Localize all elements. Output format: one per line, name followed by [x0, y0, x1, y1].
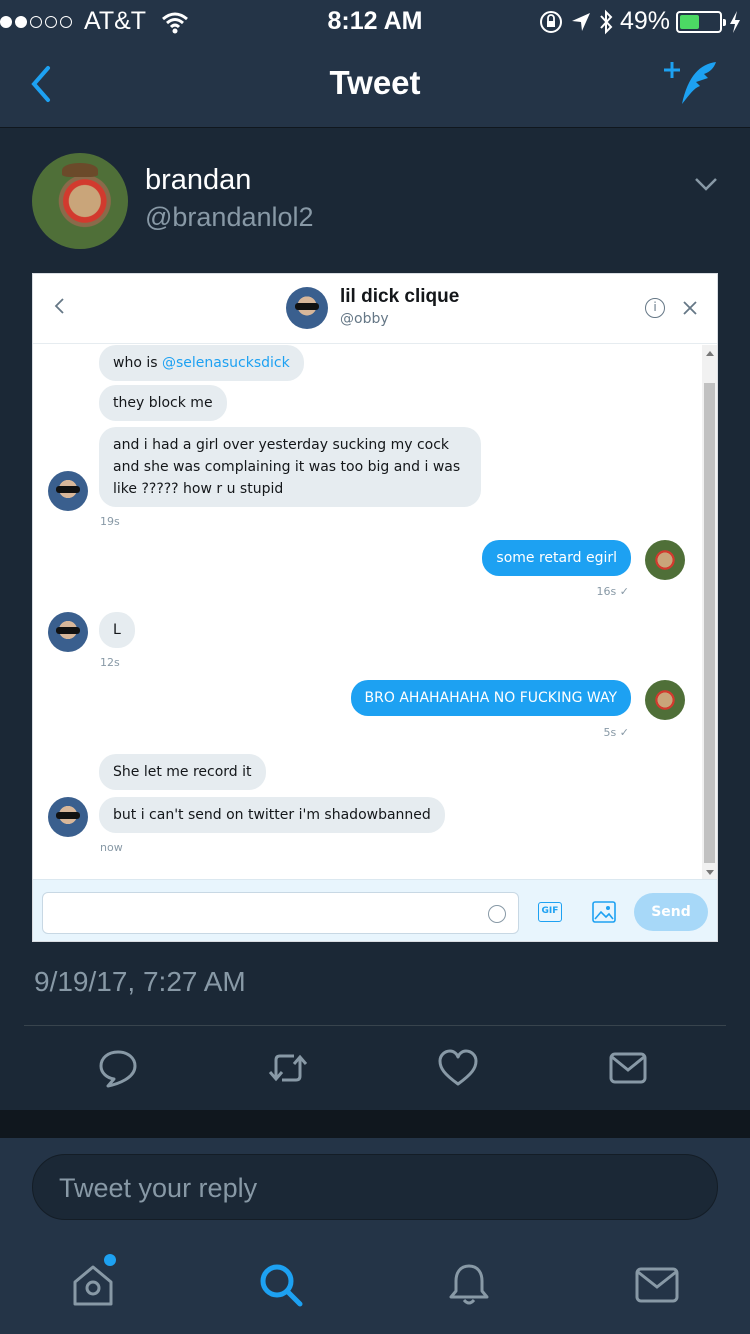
charging-icon: [730, 10, 740, 33]
nav-bar: Tweet: [0, 40, 750, 128]
participant-avatar: [48, 797, 88, 837]
info-icon: i: [645, 298, 665, 318]
bluetooth-icon: [600, 9, 613, 34]
message-bubble: they block me: [99, 385, 227, 421]
rotation-lock-icon: [539, 10, 562, 33]
message-bubble-sent: some retard egirl: [482, 540, 631, 576]
reply-placeholder: Tweet your reply: [59, 1173, 258, 1203]
page-title: Tweet: [329, 64, 421, 101]
notifications-tab-icon[interactable]: [446, 1262, 492, 1308]
message-bubble: L: [99, 612, 135, 648]
compose-tweet-button[interactable]: [664, 58, 720, 108]
message-bubble: and i had a girl over yesterday sucking …: [99, 427, 481, 507]
author-name[interactable]: brandan: [145, 164, 251, 197]
author-handle[interactable]: @brandanlol2: [145, 202, 314, 233]
like-icon[interactable]: [438, 1048, 478, 1088]
message-bubble: She let me record it: [99, 754, 266, 790]
participant-avatar: [48, 612, 88, 652]
search-tab-icon[interactable]: [258, 1262, 304, 1308]
status-bar: AT&T 8:12 AM 49%: [0, 0, 750, 40]
emoji-icon: [488, 905, 506, 923]
message-time: now: [100, 841, 123, 854]
message-bubble: but i can't send on twitter i'm shadowba…: [99, 797, 445, 833]
new-content-dot: [104, 1254, 116, 1266]
dm-header: lil dick clique @obby i: [33, 274, 717, 344]
author-avatar[interactable]: [32, 153, 128, 249]
divider: [24, 1025, 726, 1026]
reply-area: Tweet your reply: [0, 1138, 750, 1234]
tweet-media-image[interactable]: lil dick clique @obby i who is @selenasu…: [32, 273, 718, 942]
message-time: 19s: [100, 515, 120, 528]
message-text: who is: [113, 355, 162, 371]
send-button: Send: [634, 893, 708, 931]
image-icon: [592, 901, 616, 923]
message-time: 12s: [100, 656, 120, 669]
battery-icon: [676, 10, 726, 33]
own-avatar: [645, 680, 685, 720]
chevron-down-icon[interactable]: [692, 170, 720, 198]
message-time: 5s ✓: [603, 726, 629, 739]
scrollbar: [702, 345, 717, 881]
messages-tab-icon[interactable]: [634, 1262, 680, 1308]
reply-input[interactable]: Tweet your reply: [32, 1154, 718, 1220]
own-avatar: [645, 540, 685, 580]
message-bubble-sent: BRO AHAHAHAHA NO FUCKING WAY: [350, 680, 631, 716]
tweet-timestamp: 9/19/17, 7:27 AM: [34, 966, 246, 997]
message-bubble: who is @selenasucksdick: [99, 345, 304, 381]
gif-icon: GIF: [538, 902, 562, 922]
battery-percent: 49%: [619, 7, 670, 35]
close-icon: [683, 301, 697, 315]
home-tab-icon[interactable]: [70, 1262, 116, 1308]
mention-link: @selenasucksdick: [161, 355, 290, 371]
status-right: 49%: [538, 7, 742, 36]
tweet-actions: [0, 1048, 750, 1092]
dm-avatar: [286, 287, 328, 329]
tweet-detail: brandan @brandanlol2 lil dick clique @ob…: [0, 128, 750, 1110]
dm-conversation: who is @selenasucksdick they block me an…: [33, 345, 717, 881]
direct-message-icon[interactable]: [608, 1048, 648, 1088]
participant-avatar: [48, 471, 88, 511]
message-time: 16s ✓: [596, 585, 629, 598]
dm-message-input: [42, 892, 519, 934]
location-icon: [571, 12, 590, 31]
reply-icon[interactable]: [98, 1048, 138, 1088]
tab-bar: [0, 1234, 750, 1334]
chevron-left-icon: [54, 298, 64, 314]
dm-title: lil dick clique: [340, 286, 460, 307]
section-gap: [0, 1110, 750, 1138]
dm-subtitle: @obby: [340, 311, 389, 327]
retweet-icon[interactable]: [268, 1048, 308, 1088]
dm-composer: GIF Send: [33, 879, 717, 941]
